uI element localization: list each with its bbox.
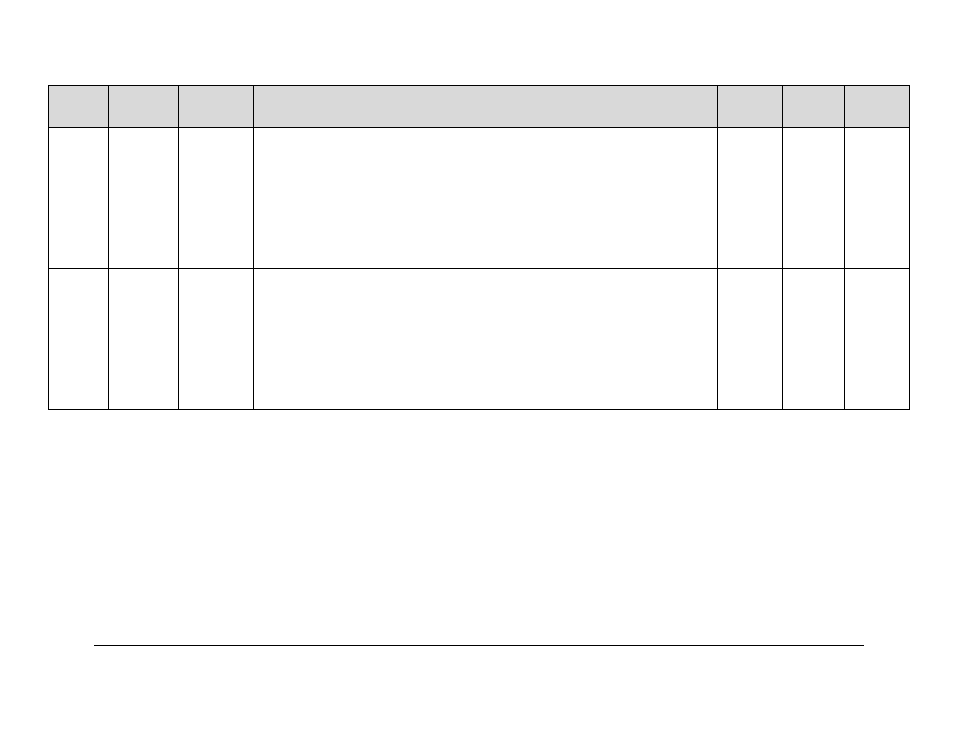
- cell: [718, 128, 783, 269]
- cell: [253, 128, 717, 269]
- cell: [783, 128, 845, 269]
- data-table: [48, 85, 910, 410]
- cell: [783, 269, 845, 410]
- cell: [718, 269, 783, 410]
- header-col-2: [108, 86, 178, 128]
- header-col-5: [718, 86, 783, 128]
- table: [48, 85, 910, 410]
- cell: [253, 269, 717, 410]
- cell: [178, 128, 253, 269]
- cell: [49, 269, 109, 410]
- table-row: [49, 128, 910, 269]
- cell: [845, 269, 910, 410]
- cell: [49, 128, 109, 269]
- cell: [108, 269, 178, 410]
- table-header-row: [49, 86, 910, 128]
- table-row: [49, 269, 910, 410]
- header-col-6: [783, 86, 845, 128]
- header-col-1: [49, 86, 109, 128]
- header-col-3: [178, 86, 253, 128]
- cell: [845, 128, 910, 269]
- cell: [178, 269, 253, 410]
- footer-rule: [94, 645, 864, 646]
- cell: [108, 128, 178, 269]
- header-col-7: [845, 86, 910, 128]
- header-col-4: [253, 86, 717, 128]
